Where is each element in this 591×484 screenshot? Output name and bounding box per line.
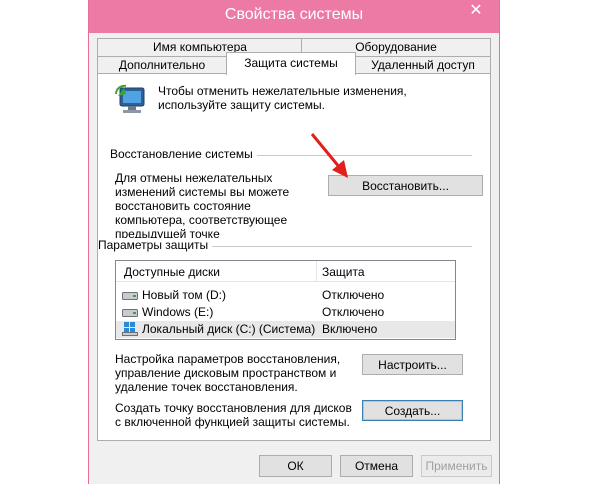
column-protection[interactable]: Защита [322,265,365,279]
intro-text: Чтобы отменить нежелательные изменения, … [158,84,407,112]
system-protection-icon [115,84,145,113]
drive-protection-status: Отключено [322,288,385,302]
system-properties-window: Свойства системы ✕ Имя компьютера Оборуд… [88,0,500,484]
list-header: Доступные диски Защита [116,261,455,282]
table-row[interactable]: Локальный диск (C:) (Система) Включено [116,321,455,338]
tab-system-protection[interactable]: Защита системы [226,52,356,75]
red-arrow-icon [310,133,348,178]
window-title: Свойства системы [224,6,364,23]
drive-icon [122,309,138,317]
protection-group-title: Параметры защиты [98,238,213,252]
column-drives[interactable]: Доступные диски [124,265,220,279]
title-bar[interactable]: Свойства системы ✕ [89,0,499,33]
drive-name: Новый том (D:) [142,288,226,302]
restore-group-title: Восстановление системы [110,147,257,161]
ok-button[interactable]: ОК [259,455,332,477]
create-text: Создать точку восстановления для дисков … [115,401,352,429]
cancel-button[interactable]: Отмена [340,455,413,477]
table-row[interactable]: Новый том (D:) Отключено [116,287,455,304]
drive-name: Windows (E:) [142,305,214,319]
drive-protection-status: Отключено [322,305,385,319]
close-icon[interactable]: ✕ [461,2,491,22]
tab-panel: Чтобы отменить нежелательные изменения, … [97,73,491,441]
drives-list[interactable]: Доступные диски Защита Новый том (D:) От… [115,260,456,340]
table-row[interactable]: Windows (E:) Отключено [116,304,455,321]
create-button[interactable]: Создать... [362,400,463,421]
apply-button[interactable]: Применить [421,455,492,477]
configure-button[interactable]: Настроить... [362,354,463,375]
system-drive-icon [122,322,138,336]
drive-name: Локальный диск (C:) (Система) [142,322,316,336]
drive-protection-status: Включено [322,322,378,336]
drive-icon [122,292,138,300]
configure-text: Настройка параметров восстановления, упр… [115,352,341,394]
